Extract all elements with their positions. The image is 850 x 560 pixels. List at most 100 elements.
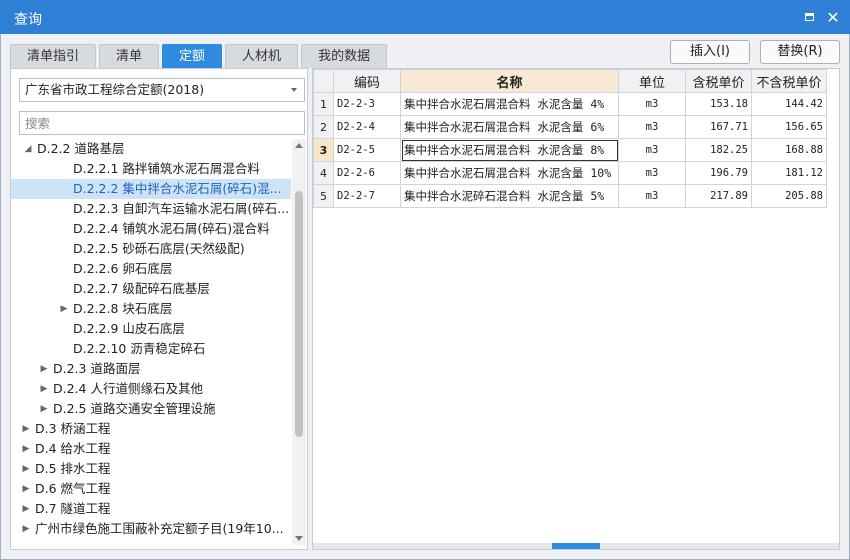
tab-quota[interactable]: 定额: [162, 44, 223, 68]
cell-price-tax[interactable]: 167.71: [685, 115, 752, 139]
tree-item[interactable]: D.2.2.5 砂砾石底层(天然级配): [11, 239, 291, 259]
header-code[interactable]: 编码: [333, 69, 401, 93]
cell-unit[interactable]: m3: [618, 115, 686, 139]
expand-icon[interactable]: ▶: [21, 439, 31, 459]
cell-price-notax[interactable]: 156.65: [751, 115, 827, 139]
header-name[interactable]: 名称: [400, 69, 619, 93]
tree-item-label: D.2.2.9 山皮石底层: [73, 321, 185, 336]
cell-name[interactable]: 集中拌合水泥石屑混合料 水泥含量 4%: [400, 92, 619, 116]
tree-item[interactable]: ▶ D.2.5 道路交通安全管理设施: [11, 399, 291, 419]
cell-unit[interactable]: m3: [618, 92, 686, 116]
tree-item-label: D.4 给水工程: [35, 441, 111, 456]
tree-item[interactable]: ▶ D.2.4 人行道侧缘石及其他: [11, 379, 291, 399]
tree-item-label: D.2.2.5 砂砾石底层(天然级配): [73, 241, 245, 256]
quota-tree: ◢ D.2.2 道路基层 D.2.2.1 路拌铺筑水泥石屑混合料 D.2.2.2 集中…: [11, 139, 291, 543]
tree-item[interactable]: ▶ D.3 桥涵工程: [11, 419, 291, 439]
table-row[interactable]: 3 D2-2-5 集中拌合水泥石屑混合料 水泥含量 8% m3 182.25 168.88: [313, 138, 827, 162]
tree-item[interactable]: D.2.2.10 沥青稳定碎石: [11, 339, 291, 359]
cell-unit[interactable]: m3: [618, 184, 686, 208]
window-title: 查询: [14, 12, 42, 28]
expand-icon[interactable]: ▶: [21, 499, 31, 519]
horizontal-scrollbar[interactable]: [313, 543, 839, 549]
cell-name[interactable]: 集中拌合水泥石屑混合料 水泥含量 8%: [400, 138, 619, 162]
tab-bar: 清单指引 清单 定额 人材机 我的数据: [10, 44, 388, 68]
cell-price-tax[interactable]: 217.89: [685, 184, 752, 208]
header-price-notax[interactable]: 不含税单价: [751, 69, 827, 93]
cell-name[interactable]: 集中拌合水泥碎石混合料 水泥含量 5%: [400, 184, 619, 208]
cell-unit[interactable]: m3: [618, 161, 686, 185]
row-number[interactable]: 1: [313, 92, 334, 116]
expand-icon[interactable]: ▶: [21, 519, 31, 539]
tree-item[interactable]: ▶ D.6 燃气工程: [11, 479, 291, 499]
cell-price-notax[interactable]: 168.88: [751, 138, 827, 162]
expand-icon[interactable]: ▶: [39, 379, 49, 399]
scrollbar-thumb[interactable]: [295, 191, 303, 437]
cell-price-notax[interactable]: 181.12: [751, 161, 827, 185]
expand-icon[interactable]: ▶: [59, 299, 69, 319]
cell-price-notax[interactable]: 205.88: [751, 184, 827, 208]
cell-unit[interactable]: m3: [618, 138, 686, 162]
tree-item[interactable]: ▶ D.7 隧道工程: [11, 499, 291, 519]
search-input[interactable]: [19, 111, 305, 135]
tree-item[interactable]: ▶ 广州市绿色施工围蔽补充定额子目(19年10...: [11, 519, 291, 539]
tree-item[interactable]: ◢ D.2.2 道路基层: [11, 139, 291, 159]
expand-icon[interactable]: ▶: [21, 459, 31, 479]
expand-icon[interactable]: ▶: [21, 419, 31, 439]
tree-item[interactable]: ▶ D.5 排水工程: [11, 459, 291, 479]
row-number[interactable]: 5: [313, 184, 334, 208]
row-number[interactable]: 2: [313, 115, 334, 139]
tree-item[interactable]: D.2.2.1 路拌铺筑水泥石屑混合料: [11, 159, 291, 179]
expand-icon[interactable]: ▶: [39, 399, 49, 419]
splitter-handle[interactable]: [552, 543, 600, 549]
row-number[interactable]: 4: [313, 161, 334, 185]
close-icon[interactable]: ✕: [824, 8, 842, 27]
table-row[interactable]: 1 D2-2-3 集中拌合水泥石屑混合料 水泥含量 4% m3 153.18 144.42: [313, 92, 827, 116]
cell-code[interactable]: D2-2-5: [333, 138, 401, 162]
tree-item[interactable]: D.2.2.2 集中拌合水泥石屑(碎石)混...: [11, 179, 291, 199]
tab-labor-material[interactable]: 人材机: [225, 44, 299, 68]
tree-item[interactable]: D.2.2.4 铺筑水泥石屑(碎石)混合料: [11, 219, 291, 239]
table-row[interactable]: 4 D2-2-6 集中拌合水泥石屑混合料 水泥含量 10% m3 196.79 181.1…: [313, 161, 827, 185]
tab-my-data[interactable]: 我的数据: [301, 44, 388, 68]
cell-name[interactable]: 集中拌合水泥石屑混合料 水泥含量 10%: [400, 161, 619, 185]
tree-item[interactable]: ▶ D.2.3 道路面层: [11, 359, 291, 379]
tab-bill[interactable]: 清单: [99, 44, 160, 68]
tree-scrollbar[interactable]: [292, 139, 306, 545]
table-row[interactable]: 5 D2-2-7 集中拌合水泥碎石混合料 水泥含量 5% m3 217.89 205.88: [313, 184, 827, 208]
scroll-down-icon[interactable]: [295, 536, 303, 541]
tree-item-label: D.5 排水工程: [35, 461, 111, 476]
row-number[interactable]: 3: [313, 138, 334, 162]
restore-icon[interactable]: [800, 8, 818, 26]
library-select[interactable]: 广东省市政工程综合定额(2018): [19, 78, 305, 102]
expand-icon[interactable]: ▶: [39, 359, 49, 379]
cell-price-tax[interactable]: 196.79: [685, 161, 752, 185]
library-panel: 广东省市政工程综合定额(2018) ◢ D.2.2 道路基层 D.2.2.1 路拌铺…: [10, 68, 308, 550]
cell-price-tax[interactable]: 153.18: [685, 92, 752, 116]
cell-price-notax[interactable]: 144.42: [751, 92, 827, 116]
expand-icon[interactable]: ▶: [21, 479, 31, 499]
cell-code[interactable]: D2-2-3: [333, 92, 401, 116]
insert-button[interactable]: 插入(I): [670, 40, 750, 64]
header-unit[interactable]: 单位: [618, 69, 686, 93]
tree-item[interactable]: ▶ D.4 给水工程: [11, 439, 291, 459]
header-price-tax[interactable]: 含税单价: [685, 69, 752, 93]
table-row[interactable]: 2 D2-2-4 集中拌合水泥石屑混合料 水泥含量 6% m3 167.71 156.65: [313, 115, 827, 139]
tab-bill-guide[interactable]: 清单指引: [10, 44, 97, 68]
replace-button[interactable]: 替换(R): [760, 40, 840, 64]
cell-code[interactable]: D2-2-7: [333, 184, 401, 208]
tree-item[interactable]: D.2.2.3 自卸汽车运输水泥石屑(碎石...: [11, 199, 291, 219]
tree-item[interactable]: ▶ D.2.2.8 块石底层: [11, 299, 291, 319]
cell-code[interactable]: D2-2-4: [333, 115, 401, 139]
collapse-icon[interactable]: ◢: [23, 139, 33, 159]
cell-price-tax[interactable]: 182.25: [685, 138, 752, 162]
tree-item-label: D.2.2.10 沥青稳定碎石: [73, 341, 206, 356]
tree-item[interactable]: D.2.2.7 级配碎石底基层: [11, 279, 291, 299]
cell-name[interactable]: 集中拌合水泥石屑混合料 水泥含量 6%: [400, 115, 619, 139]
cell-code[interactable]: D2-2-6: [333, 161, 401, 185]
results-panel: 编码 名称 单位 含税单价 不含税单价 1 D2-2-3 集中拌合水泥石屑混合料 水…: [312, 68, 840, 550]
scroll-up-icon[interactable]: [295, 143, 303, 148]
tree-item[interactable]: D.2.2.9 山皮石底层: [11, 319, 291, 339]
tree-item[interactable]: D.2.2.6 卵石底层: [11, 259, 291, 279]
